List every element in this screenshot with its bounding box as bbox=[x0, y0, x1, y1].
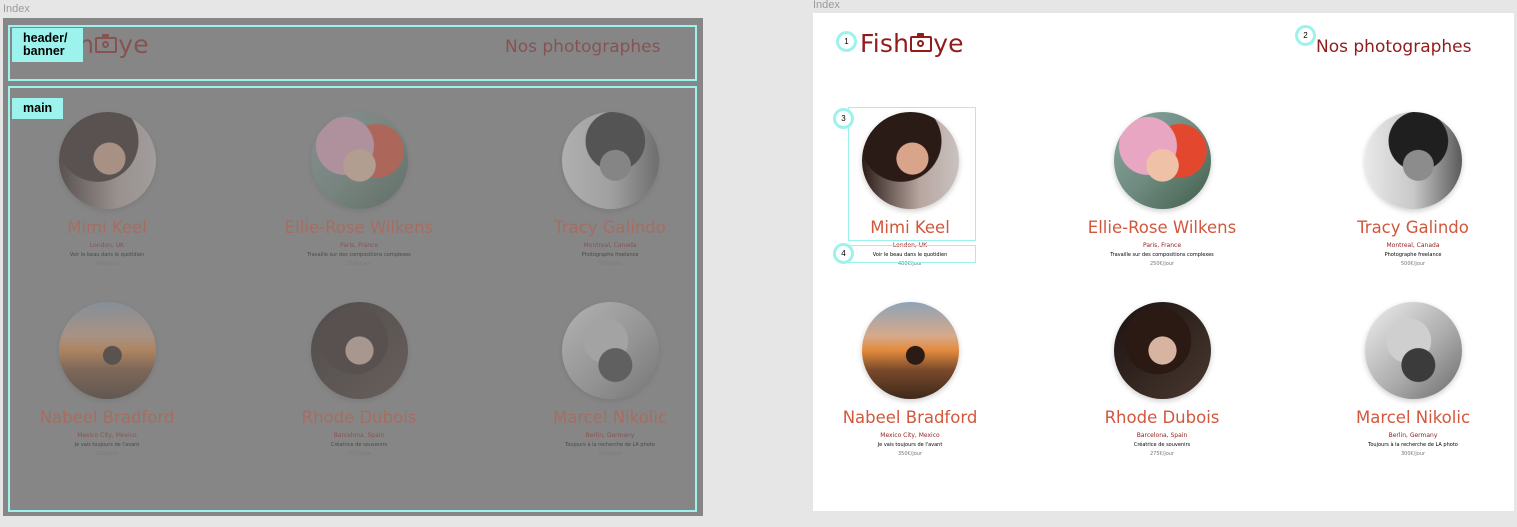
header-annotation-box bbox=[8, 25, 697, 81]
photographer-tagline: Toujours à la recherche de LA photo bbox=[1368, 442, 1458, 448]
photographer-name[interactable]: Marcel Nikolic bbox=[1313, 408, 1513, 427]
photographer-portrait[interactable] bbox=[1113, 302, 1211, 399]
marker-1: 1 bbox=[836, 31, 857, 52]
photographer-location: Berlin, Germany bbox=[1388, 432, 1438, 439]
card-focus-box bbox=[848, 107, 976, 241]
marker-2: 2 bbox=[1295, 25, 1316, 46]
photographer-location: Paris, France bbox=[1142, 242, 1182, 249]
left-frame-label: Index bbox=[3, 3, 30, 15]
photographer-price: 300€/jour bbox=[1400, 451, 1426, 457]
photographer-name[interactable]: Ellie-Rose Wilkens bbox=[1062, 218, 1262, 237]
right-frame-label: Index bbox=[813, 0, 840, 11]
photographer-price: 500€/jour bbox=[1400, 261, 1426, 267]
photographer-tagline: Travaille sur des compositions complexes bbox=[1110, 252, 1214, 258]
photographer-card[interactable]: Tracy Galindo Montreal, Canada Photographe… bbox=[1313, 112, 1513, 267]
main-annotation-tag: main bbox=[12, 98, 64, 119]
photographer-portrait[interactable] bbox=[1113, 112, 1211, 209]
photographer-portrait[interactable] bbox=[861, 302, 959, 399]
photographer-location: Mexico City, Mexico bbox=[880, 432, 940, 439]
photographer-tagline: Créatrice de souvenirs bbox=[1133, 442, 1191, 448]
photographer-card[interactable]: Nabeel Bradford Mexico City, Mexico Je vai… bbox=[813, 302, 1010, 457]
photographer-card[interactable]: Rhode Dubois Barcelona, Spain Créatrice de… bbox=[1062, 302, 1262, 457]
photographer-name[interactable]: Tracy Galindo bbox=[1313, 218, 1513, 237]
details-focus-box bbox=[848, 245, 976, 263]
photographer-price: 275€/jour bbox=[1149, 451, 1175, 457]
logo[interactable]: Fish ye bbox=[860, 29, 964, 58]
photographer-tagline: Je vais toujours de l'avant bbox=[877, 442, 943, 448]
clean-frame: Fish ye Nos photographes Mimi Keel London,… bbox=[813, 13, 1514, 511]
camera-icon bbox=[910, 32, 933, 52]
photographer-portrait[interactable] bbox=[1364, 302, 1462, 399]
photographer-name[interactable]: Nabeel Bradford bbox=[813, 408, 1010, 427]
photographer-card[interactable]: Ellie-Rose Wilkens Paris, France Travaille… bbox=[1062, 112, 1262, 267]
marker-4: 4 bbox=[833, 243, 854, 264]
photographer-card[interactable]: Marcel Nikolic Berlin, Germany Toujours à … bbox=[1313, 302, 1513, 457]
photographer-portrait[interactable] bbox=[1364, 112, 1462, 209]
marker-3: 3 bbox=[833, 108, 854, 129]
photographer-name[interactable]: Rhode Dubois bbox=[1062, 408, 1262, 427]
photographer-location: Barcelona, Spain bbox=[1136, 432, 1188, 439]
main-annotation-box bbox=[8, 86, 697, 512]
logo-text-end: ye bbox=[933, 29, 964, 58]
photographer-location: Montreal, Canada bbox=[1386, 242, 1440, 249]
header-annotation-tag: header/ banner bbox=[12, 28, 83, 62]
page-heading: Nos photographes bbox=[1316, 37, 1472, 57]
photographer-price: 250€/jour bbox=[1149, 261, 1175, 267]
logo-text-start: Fish bbox=[860, 29, 910, 58]
photographer-tagline: Photographe freelance bbox=[1384, 252, 1442, 258]
annotated-frame: shye Nos photographes Mimi KeelLondon, U… bbox=[3, 18, 703, 516]
photographer-price: 350€/jour bbox=[897, 451, 923, 457]
